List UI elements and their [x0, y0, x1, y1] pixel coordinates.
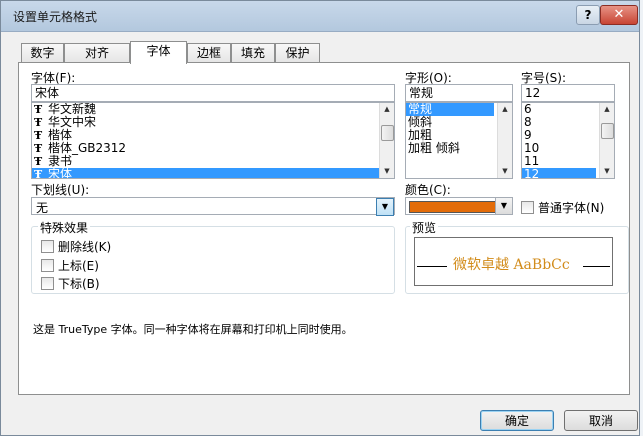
subscript-checkbox[interactable]: 下标(B)	[41, 275, 100, 291]
dialog-title: 设置单元格格式	[13, 10, 98, 24]
chevron-down-icon[interactable]: ▼	[376, 198, 394, 216]
preview-sample: 微软卓越 AaBbCc	[453, 257, 570, 273]
ok-button[interactable]: 确定	[480, 410, 554, 431]
scroll-up-icon[interactable]: ▲	[600, 103, 614, 116]
size-list-scrollbar[interactable]: ▲ ▼	[599, 103, 614, 178]
scroll-down-icon[interactable]: ▼	[380, 165, 394, 178]
scroll-down-icon[interactable]: ▼	[600, 165, 614, 178]
truetype-icon: Ŧ	[34, 116, 43, 129]
scroll-thumb[interactable]	[601, 123, 614, 139]
tab-alignment[interactable]: 对齐	[64, 43, 130, 63]
checkbox-icon[interactable]	[521, 201, 534, 214]
style-list-scrollbar[interactable]: ▲ ▼	[497, 103, 512, 178]
truetype-icon: Ŧ	[34, 142, 43, 155]
truetype-icon: Ŧ	[34, 103, 43, 116]
truetype-icon: Ŧ	[34, 129, 43, 142]
list-item[interactable]: Ŧ 楷体_GB2312	[32, 142, 394, 156]
list-item-selected[interactable]: Ŧ 宋体	[32, 168, 394, 179]
font-input[interactable]: 宋体	[31, 84, 395, 102]
list-item[interactable]: Ŧ 隶书	[32, 155, 394, 169]
underline-value: 无	[36, 201, 49, 215]
help-button[interactable]: ?	[576, 5, 600, 25]
close-button[interactable]: ✕	[600, 5, 638, 25]
cancel-button[interactable]: 取消	[564, 410, 638, 431]
tab-border[interactable]: 边框	[187, 43, 231, 63]
style-input[interactable]: 常规	[405, 84, 513, 102]
color-label: 颜色(C):	[405, 183, 451, 197]
checkbox-icon[interactable]	[41, 240, 54, 253]
baseline-left	[417, 266, 447, 267]
scroll-up-icon[interactable]: ▲	[498, 103, 512, 116]
format-cells-dialog: 设置单元格格式 ? ✕ 数字 对齐 字体 边框 填充 保护 字体(F): 宋体 …	[0, 0, 640, 436]
list-item-selected[interactable]: 12	[522, 168, 596, 178]
underline-select[interactable]: 无 ▼	[31, 197, 395, 216]
color-swatch	[409, 201, 496, 213]
font-list-scrollbar[interactable]: ▲ ▼	[379, 103, 394, 178]
font-list[interactable]: Ŧ 华文新魏 Ŧ 华文中宋 Ŧ 楷体 Ŧ 楷体_GB2312 Ŧ 隶书 Ŧ 宋体 ▲ ▼	[31, 102, 395, 179]
scroll-up-icon[interactable]: ▲	[380, 103, 394, 116]
style-list[interactable]: 常规 倾斜 加粗 加粗 倾斜 ▲ ▼	[405, 102, 513, 179]
title-bar: 设置单元格格式 ? ✕	[1, 1, 639, 32]
size-list[interactable]: 6 8 9 10 11 12 ▲ ▼	[521, 102, 615, 179]
tab-number[interactable]: 数字	[21, 43, 64, 63]
normal-font-checkbox[interactable]: 普通字体(N)	[521, 199, 604, 215]
scroll-down-icon[interactable]: ▼	[498, 165, 512, 178]
preview-title: 预览	[410, 219, 439, 236]
list-item[interactable]: Ŧ 华文中宋	[32, 116, 394, 130]
size-input[interactable]: 12	[521, 84, 615, 102]
chevron-down-icon[interactable]: ▼	[495, 198, 512, 214]
scroll-thumb[interactable]	[381, 125, 394, 141]
superscript-checkbox[interactable]: 上标(E)	[41, 257, 99, 273]
strikethrough-checkbox[interactable]: 删除线(K)	[41, 238, 111, 254]
checkbox-icon[interactable]	[41, 259, 54, 272]
tab-font[interactable]: 字体	[130, 41, 187, 64]
checkbox-icon[interactable]	[41, 277, 54, 290]
tab-fill[interactable]: 填充	[231, 43, 275, 63]
baseline-right	[583, 266, 610, 267]
preview-box: 微软卓越 AaBbCc	[414, 237, 613, 286]
truetype-icon: Ŧ	[34, 168, 43, 179]
tab-protection[interactable]: 保护	[275, 43, 320, 63]
effects-title: 特殊效果	[38, 219, 91, 236]
truetype-note: 这是 TrueType 字体。同一种字体将在屏幕和打印机上同时使用。	[33, 323, 353, 336]
underline-label: 下划线(U):	[31, 183, 90, 197]
color-picker[interactable]: ▼	[405, 197, 513, 215]
truetype-icon: Ŧ	[34, 155, 43, 168]
